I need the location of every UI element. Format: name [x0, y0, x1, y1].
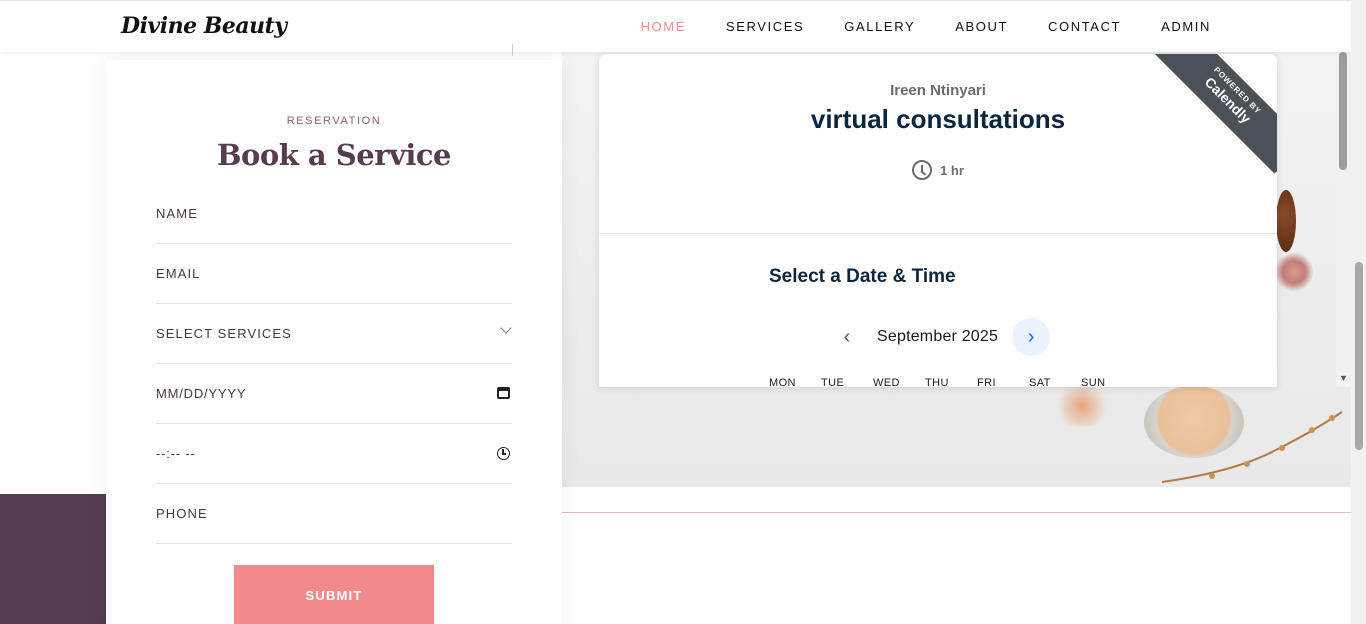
site-logo[interactable]: Divine Beauty — [121, 13, 287, 39]
month-label: September 2025 — [877, 328, 999, 345]
weekday-label: THU — [925, 377, 949, 387]
email-placeholder: EMAIL — [156, 266, 201, 281]
duration-label: 1 hr — [940, 162, 964, 178]
nav-contact[interactable]: CONTACT — [1048, 19, 1121, 34]
services-select[interactable]: SELECT SERVICES — [156, 304, 512, 364]
page-scroll-thumb[interactable] — [1355, 262, 1363, 450]
select-date-heading: Select a Date & Time — [769, 266, 956, 287]
nav-about[interactable]: ABOUT — [955, 19, 1008, 34]
nav-gallery[interactable]: GALLERY — [844, 19, 915, 34]
main-nav: HOME SERVICES GALLERY ABOUT CONTACT ADMI… — [601, 19, 1211, 34]
chevron-down-icon[interactable] — [500, 322, 512, 334]
section-divider — [562, 512, 1351, 513]
phone-placeholder: PHONE — [156, 506, 208, 521]
time-placeholder: --:-- -- — [156, 446, 196, 461]
chevron-left-icon[interactable]: ‹ — [839, 326, 855, 348]
calendar-icon[interactable] — [497, 387, 510, 399]
time-field[interactable]: --:-- -- — [156, 424, 512, 484]
submit-button[interactable]: SUBMIT — [234, 565, 434, 624]
chevron-right-icon[interactable]: › — [1012, 318, 1051, 356]
decor-powder — [1052, 386, 1112, 426]
decor-bowl-dark — [1276, 190, 1296, 252]
name-field[interactable]: NAME — [156, 184, 512, 244]
services-placeholder: SELECT SERVICES — [156, 326, 292, 341]
email-field[interactable]: EMAIL — [156, 244, 512, 304]
calendly-widget: POWERED BY Calendly Ireen Ntinyari virtu… — [599, 54, 1277, 387]
name-placeholder: NAME — [156, 206, 198, 221]
decor-brush — [1274, 252, 1314, 292]
weekday-label: WED — [873, 377, 900, 387]
weekday-header: MON TUE WED THU FRI SAT SUN — [769, 377, 1133, 387]
calendly-scroll-thumb[interactable] — [1339, 52, 1347, 170]
month-navigator: ‹ September 2025 › — [839, 318, 1051, 356]
calendly-divider — [599, 233, 1277, 234]
scroll-down-arrow-icon[interactable]: ▼ — [1339, 373, 1348, 383]
calendly-owner: Ireen Ntinyari — [890, 82, 986, 99]
calendly-duration: 1 hr — [599, 160, 1277, 180]
decor-twig — [1161, 411, 1343, 483]
header-divider — [512, 44, 513, 56]
phone-field[interactable]: PHONE — [156, 484, 512, 544]
weekday-label: SUN — [1081, 377, 1106, 387]
nav-admin[interactable]: ADMIN — [1161, 19, 1211, 34]
weekday-label: FRI — [977, 377, 996, 387]
nav-home[interactable]: HOME — [641, 19, 686, 34]
page-scrollbar[interactable] — [1351, 0, 1366, 624]
clock-icon — [912, 160, 933, 180]
reservation-title: Book a Service — [217, 138, 451, 172]
clock-icon[interactable] — [497, 447, 510, 460]
calendly-scrollbar[interactable]: ▼ — [1336, 52, 1351, 387]
date-field[interactable]: MM/DD/YYYY — [156, 364, 512, 424]
site-header: Divine Beauty HOME SERVICES GALLERY ABOU… — [0, 0, 1351, 52]
weekday-label: TUE — [821, 377, 845, 387]
date-placeholder: MM/DD/YYYY — [156, 386, 247, 401]
reservation-kicker: RESERVATION — [286, 115, 382, 127]
decor-plum-block — [0, 494, 106, 624]
nav-services[interactable]: SERVICES — [726, 19, 804, 34]
reservation-card: RESERVATION Book a Service NAME EMAIL SE… — [106, 60, 562, 624]
weekday-label: SAT — [1029, 377, 1051, 387]
calendly-event-title: virtual consultations — [810, 104, 1066, 134]
weekday-label: MON — [769, 377, 796, 387]
